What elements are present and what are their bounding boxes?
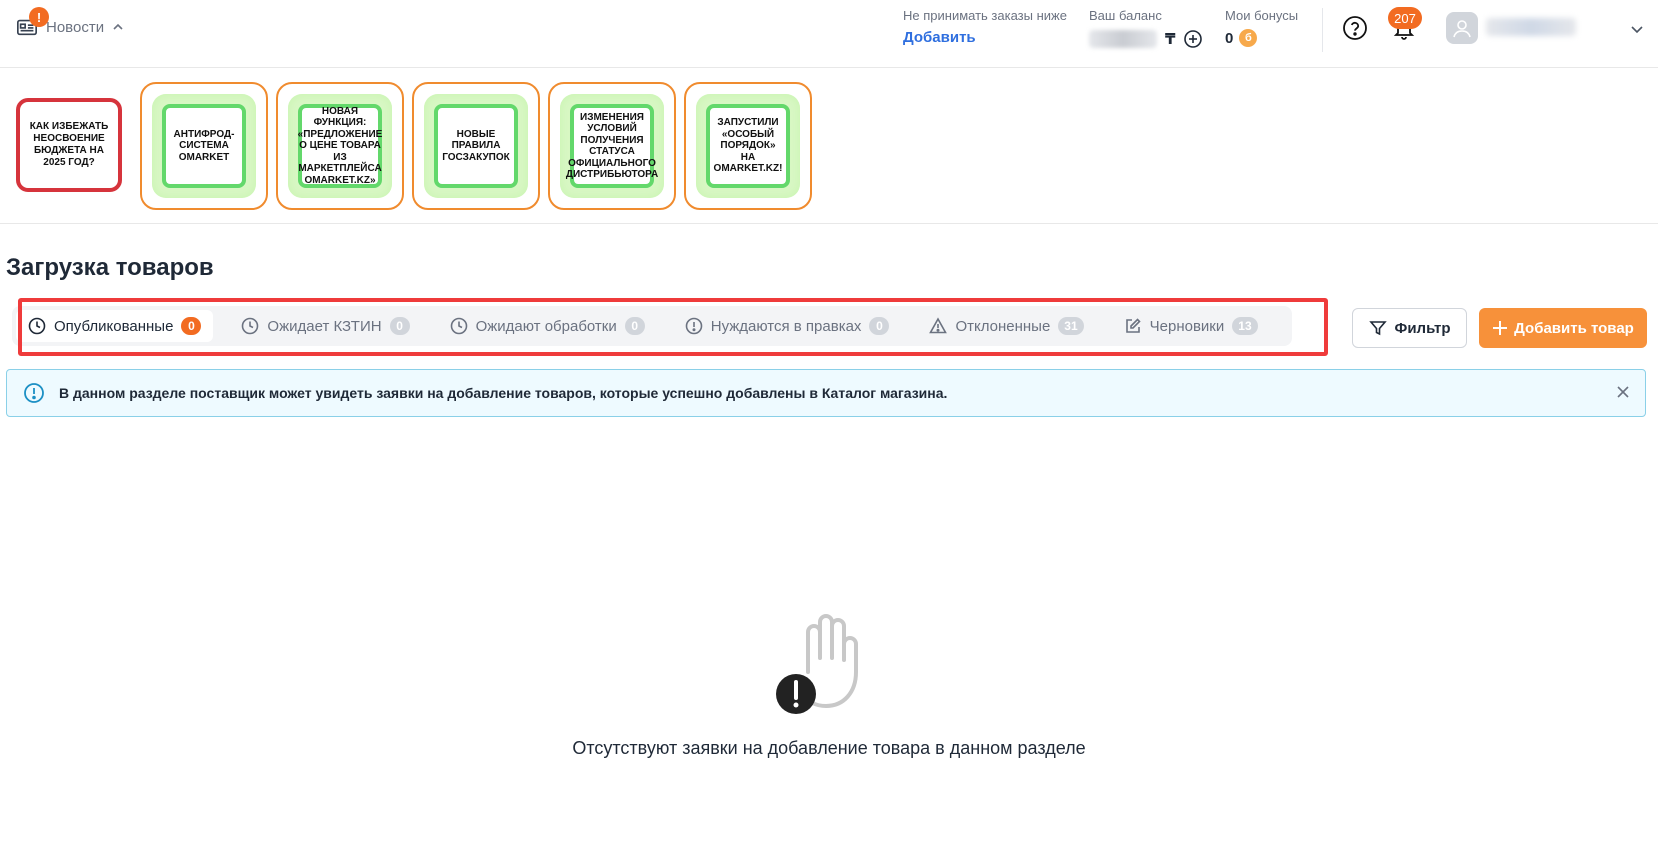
- story-item[interactable]: АНТИФРОД-СИСТЕМА OMARKET: [140, 82, 268, 210]
- balance-value-hidden: [1089, 30, 1157, 48]
- news-toggle[interactable]: ! Новости: [16, 7, 124, 38]
- bonus-block[interactable]: Мои бонусы 0 б: [1225, 8, 1298, 47]
- story-text: АНТИФРОД-СИСТЕМА OMARKET: [173, 128, 235, 163]
- top-up-balance-icon[interactable]: [1183, 29, 1203, 49]
- balance-caption: Ваш баланс: [1089, 8, 1162, 23]
- filter-label: Фильтр: [1394, 319, 1451, 337]
- tabs-highlight-frame: [18, 298, 1328, 356]
- plus-icon: [1493, 321, 1508, 335]
- page-title: Загрузка товаров: [6, 254, 214, 281]
- story-item[interactable]: КАК ИЗБЕЖАТЬ НЕОСВОЕНИЕ БЮДЖЕТА НА 2025 …: [16, 98, 122, 192]
- min-order-add-link[interactable]: Добавить: [903, 29, 1067, 46]
- chevron-up-icon: [113, 23, 123, 30]
- close-icon[interactable]: [1615, 384, 1631, 400]
- bonus-coin-icon: б: [1239, 29, 1258, 47]
- news-label: Новости: [46, 18, 105, 36]
- story-text: НОВЫЕ ПРАВИЛА ГОСЗАКУПОК: [442, 128, 510, 163]
- alert-text: В данном разделе поставщик может увидеть…: [59, 385, 948, 401]
- story-item[interactable]: НОВЫЕ ПРАВИЛА ГОСЗАКУПОК: [412, 82, 540, 210]
- filter-icon: [1368, 321, 1387, 336]
- news-alert-badge: !: [29, 7, 49, 27]
- header-divider: [1322, 8, 1323, 52]
- story-text: ЗАПУСТИЛИ «ОСОБЫЙ ПОРЯДОК» НА OMARKET.KZ…: [713, 117, 783, 175]
- stories-divider: [0, 223, 1658, 224]
- filter-button[interactable]: Фильтр: [1352, 308, 1467, 348]
- avatar[interactable]: [1446, 12, 1478, 44]
- min-order-block: Не принимать заказы ниже Добавить: [903, 8, 1067, 46]
- stop-hand-icon: [776, 614, 858, 714]
- story-item[interactable]: ЗАПУСТИЛИ «ОСОБЫЙ ПОРЯДОК» НА OMARKET.KZ…: [684, 82, 812, 210]
- help-icon[interactable]: [1342, 15, 1368, 41]
- chevron-down-icon[interactable]: [1630, 22, 1644, 36]
- top-header: ! Новости Не принимать заказы ниже Добав…: [0, 0, 1658, 68]
- info-icon: [24, 383, 44, 403]
- empty-state-message: Отсутствуют заявки на добавление товара …: [572, 738, 1086, 758]
- bonus-value: 0: [1225, 29, 1234, 47]
- info-alert: В данном разделе поставщик может увидеть…: [6, 369, 1646, 417]
- news-icon: !: [16, 7, 49, 38]
- add-product-label: Добавить товар: [1514, 319, 1634, 337]
- add-product-button[interactable]: Добавить товар: [1479, 308, 1647, 348]
- story-text: КАК ИЗБЕЖАТЬ НЕОСВОЕНИЕ БЮДЖЕТА НА 2025 …: [29, 121, 109, 168]
- story-item[interactable]: НОВАЯ ФУНКЦИЯ: «ПРЕДЛОЖЕНИЕ О ЦЕНЕ ТОВАР…: [276, 82, 404, 210]
- min-order-caption: Не принимать заказы ниже: [903, 8, 1067, 23]
- user-icon: [1453, 20, 1471, 38]
- balance-currency: ₸: [1165, 31, 1176, 48]
- bonus-caption: Мои бонусы: [1225, 8, 1299, 23]
- username-hidden: [1486, 18, 1576, 36]
- story-text: НОВАЯ ФУНКЦИЯ: «ПРЕДЛОЖЕНИЕ О ЦЕНЕ ТОВАР…: [297, 105, 383, 186]
- story-text: ИЗМЕНЕНИЯ УСЛОВИЙ ПОЛУЧЕНИЯ СТАТУСА ОФИЦ…: [565, 111, 659, 181]
- balance-block: Ваш баланс ₸: [1089, 8, 1203, 49]
- notifications-badge: 207: [1388, 7, 1422, 29]
- story-item[interactable]: ИЗМЕНЕНИЯ УСЛОВИЙ ПОЛУЧЕНИЯ СТАТУСА ОФИЦ…: [548, 82, 676, 210]
